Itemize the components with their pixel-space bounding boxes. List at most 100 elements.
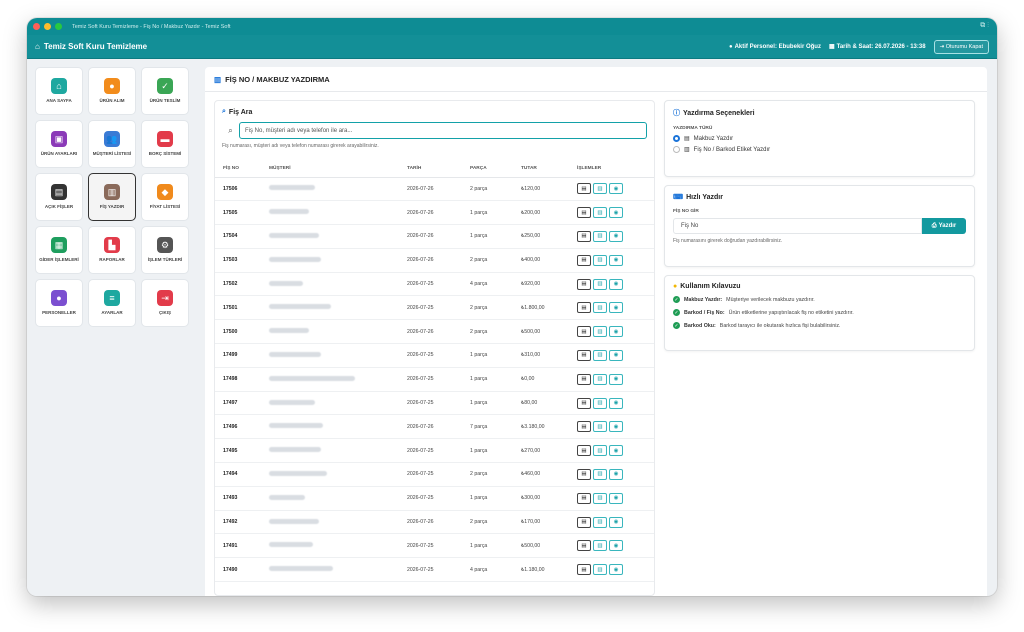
table-row[interactable]: 17497 2026-07-25 1 parça ₺80,00 ▤ ▥ ◉ bbox=[215, 391, 654, 416]
print-receipt-icon[interactable]: ▤ bbox=[577, 278, 591, 290]
close-window-button[interactable] bbox=[33, 23, 40, 30]
view-icon[interactable]: ◉ bbox=[609, 278, 623, 290]
barcode-icon[interactable]: ▥ bbox=[593, 349, 607, 361]
menu-tile-fi-yat-li-stesi[interactable]: ◆ FİYAT LİSTESİ bbox=[141, 173, 189, 221]
print-receipt-icon[interactable]: ▤ bbox=[577, 207, 591, 219]
piece-count: 1 parça bbox=[462, 200, 513, 226]
table-row[interactable]: 17495 2026-07-25 1 parça ₺270,00 ▤ ▥ ◉ bbox=[215, 438, 654, 464]
barcode-icon[interactable]: ▥ bbox=[593, 278, 607, 290]
menu-tile-raporlar[interactable]: ▙ RAPORLAR bbox=[88, 226, 136, 274]
print-receipt-icon[interactable]: ▤ bbox=[577, 349, 591, 361]
view-icon[interactable]: ◉ bbox=[609, 207, 623, 219]
table-row[interactable]: 17494 2026-07-25 2 parça ₺460,00 ▤ ▥ ◉ bbox=[215, 462, 654, 487]
view-icon[interactable]: ◉ bbox=[609, 254, 623, 266]
table-row[interactable]: 17491 2026-07-25 1 parça ₺500,00 ▤ ▥ ◉ bbox=[215, 533, 654, 559]
print-receipt-icon[interactable]: ▤ bbox=[577, 230, 591, 242]
menu-tile-borç-si-stemi[interactable]: ▬ BORÇ SİSTEMİ bbox=[141, 120, 189, 168]
print-receipt-icon[interactable]: ▤ bbox=[577, 421, 591, 433]
quick-print-title-text: Hızlı Yazdır bbox=[686, 193, 723, 201]
menu-tile-çikiş[interactable]: ⇥ ÇIKIŞ bbox=[141, 279, 189, 327]
view-icon[interactable]: ◉ bbox=[609, 564, 623, 576]
receipt-print-radio[interactable]: ▤ Makbuz Yazdır bbox=[673, 135, 966, 142]
print-receipt-icon[interactable]: ▤ bbox=[577, 468, 591, 480]
barcode-icon[interactable]: ▥ bbox=[593, 373, 607, 385]
menu-tile-ürün-tesli-m[interactable]: ✓ ÜRÜN TESLİM bbox=[141, 67, 189, 115]
print-receipt-icon[interactable]: ▤ bbox=[577, 492, 591, 504]
action-buttons: ▤ ▥ ◉ bbox=[577, 230, 654, 242]
barcode-icon[interactable]: ▥ bbox=[593, 445, 607, 457]
barcode-print-radio[interactable]: ▥ Fiş No / Barkod Etiket Yazdır bbox=[673, 146, 966, 153]
view-icon[interactable]: ◉ bbox=[609, 516, 623, 528]
table-row[interactable]: 17499 2026-07-25 1 parça ₺310,00 ▤ ▥ ◉ bbox=[215, 343, 654, 368]
barcode-icon[interactable]: ▥ bbox=[593, 254, 607, 266]
view-icon[interactable]: ◉ bbox=[609, 540, 623, 552]
print-receipt-icon[interactable]: ▤ bbox=[577, 254, 591, 266]
barcode-icon[interactable]: ▥ bbox=[593, 397, 607, 409]
table-row[interactable]: 17504 2026-07-26 1 parça ₺250,00 ▤ ▥ ◉ bbox=[215, 224, 654, 249]
view-icon[interactable]: ◉ bbox=[609, 326, 623, 338]
print-receipt-icon[interactable]: ▤ bbox=[577, 516, 591, 528]
print-receipt-icon[interactable]: ▤ bbox=[577, 373, 591, 385]
barcode-icon[interactable]: ▥ bbox=[593, 540, 607, 552]
menu-tile-açik-fi-şler[interactable]: ▤ AÇIK FİŞLER bbox=[35, 173, 83, 221]
table-row[interactable]: 17505 2026-07-26 1 parça ₺200,00 ▤ ▥ ◉ bbox=[215, 200, 654, 226]
barcode-icon[interactable]: ▥ bbox=[593, 230, 607, 242]
barcode-icon[interactable]: ▥ bbox=[593, 326, 607, 338]
barcode-icon[interactable]: ▥ bbox=[593, 302, 607, 314]
window-menu-icon[interactable]: ⧉ ⋮ bbox=[980, 22, 989, 30]
barcode-icon[interactable]: ▥ bbox=[593, 207, 607, 219]
view-icon[interactable]: ◉ bbox=[609, 183, 623, 195]
view-icon[interactable]: ◉ bbox=[609, 492, 623, 504]
print-receipt-icon[interactable]: ▤ bbox=[577, 445, 591, 457]
table-row[interactable]: 17500 2026-07-26 2 parça ₺500,00 ▤ ▥ ◉ bbox=[215, 319, 654, 345]
total-amount: ₺80,00 bbox=[513, 391, 569, 416]
keyboard-icon: ⌨ bbox=[673, 194, 684, 201]
menu-tile-i-şlem-türleri[interactable]: ⚙ İŞLEM TÜRLERİ bbox=[141, 226, 189, 274]
view-icon[interactable]: ◉ bbox=[609, 421, 623, 433]
print-receipt-icon[interactable]: ▤ bbox=[577, 564, 591, 576]
table-row[interactable]: 17493 2026-07-25 1 parça ₺300,00 ▤ ▥ ◉ bbox=[215, 486, 654, 511]
logout-button[interactable]: ⇥ Oturumu Kapat bbox=[933, 39, 989, 54]
barcode-icon[interactable]: ▥ bbox=[593, 183, 607, 195]
view-icon[interactable]: ◉ bbox=[609, 349, 623, 361]
print-button[interactable]: ⎙ Yazdır bbox=[922, 218, 966, 234]
print-receipt-icon[interactable]: ▤ bbox=[577, 540, 591, 552]
minimize-window-button[interactable] bbox=[44, 23, 51, 30]
barcode-icon[interactable]: ▥ bbox=[593, 468, 607, 480]
info-icon: ⓘ bbox=[673, 110, 680, 117]
table-row[interactable]: 17496 2026-07-26 7 parça ₺3.180,00 ▤ ▥ ◉ bbox=[215, 414, 654, 440]
search-input[interactable]: Fiş No, müşteri adı veya telefon ile ara… bbox=[239, 122, 647, 139]
print-receipt-icon[interactable]: ▤ bbox=[577, 326, 591, 338]
menu-tile-ürün-ayarlari[interactable]: ▣ ÜRÜN AYARLARI bbox=[35, 120, 83, 168]
view-icon[interactable]: ◉ bbox=[609, 468, 623, 480]
table-row[interactable]: 17490 2026-07-25 4 parça ₺1.180,00 ▤ ▥ ◉ bbox=[215, 557, 654, 583]
barcode-icon[interactable]: ▥ bbox=[593, 564, 607, 576]
print-receipt-icon[interactable]: ▤ bbox=[577, 302, 591, 314]
row-actions: ▤ ▥ ◉ bbox=[569, 367, 654, 392]
menu-tile-ürün-alim[interactable]: ● ÜRÜN ALIM bbox=[88, 67, 136, 115]
menu-tile-gi-der-i-şlemleri[interactable]: ▦ GİDER İŞLEMLERİ bbox=[35, 226, 83, 274]
maximize-window-button[interactable] bbox=[55, 23, 62, 30]
view-icon[interactable]: ◉ bbox=[609, 302, 623, 314]
table-row[interactable]: 17501 2026-07-25 2 parça ₺1.800,00 ▤ ▥ ◉ bbox=[215, 295, 654, 321]
menu-tile-müşteri-li-stesi[interactable]: 👥 MÜŞTERİ LİSTESİ bbox=[88, 120, 136, 168]
barcode-icon[interactable]: ▥ bbox=[593, 516, 607, 528]
print-receipt-icon[interactable]: ▤ bbox=[577, 397, 591, 409]
table-row[interactable]: 17498 2026-07-25 1 parça ₺0,00 ▤ ▥ ◉ bbox=[215, 367, 654, 392]
view-icon[interactable]: ◉ bbox=[609, 397, 623, 409]
view-icon[interactable]: ◉ bbox=[609, 230, 623, 242]
barcode-icon[interactable]: ▥ bbox=[593, 421, 607, 433]
menu-tile-fi-ş-yazdir[interactable]: ▥ FİŞ YAZDIR bbox=[88, 173, 136, 221]
print-receipt-icon[interactable]: ▤ bbox=[577, 183, 591, 195]
table-row[interactable]: 17502 2026-07-25 4 parça ₺920,00 ▤ ▥ ◉ bbox=[215, 272, 654, 297]
menu-tile-personeller[interactable]: ● PERSONELLER bbox=[35, 279, 83, 327]
table-row[interactable]: 17492 2026-07-26 2 parça ₺170,00 ▤ ▥ ◉ bbox=[215, 510, 654, 535]
table-row[interactable]: 17506 2026-07-26 2 parça ₺120,00 ▤ ▥ ◉ bbox=[215, 177, 654, 202]
view-icon[interactable]: ◉ bbox=[609, 445, 623, 457]
table-row[interactable]: 17503 2026-07-26 2 parça ₺400,00 ▤ ▥ ◉ bbox=[215, 248, 654, 273]
barcode-icon[interactable]: ▥ bbox=[593, 492, 607, 504]
menu-tile-ayarlar[interactable]: ≡ AYARLAR bbox=[88, 279, 136, 327]
menu-tile-ana-sayfa[interactable]: ⌂ ANA SAYFA bbox=[35, 67, 83, 115]
view-icon[interactable]: ◉ bbox=[609, 373, 623, 385]
fis-no-input[interactable]: Fiş No bbox=[673, 218, 922, 234]
